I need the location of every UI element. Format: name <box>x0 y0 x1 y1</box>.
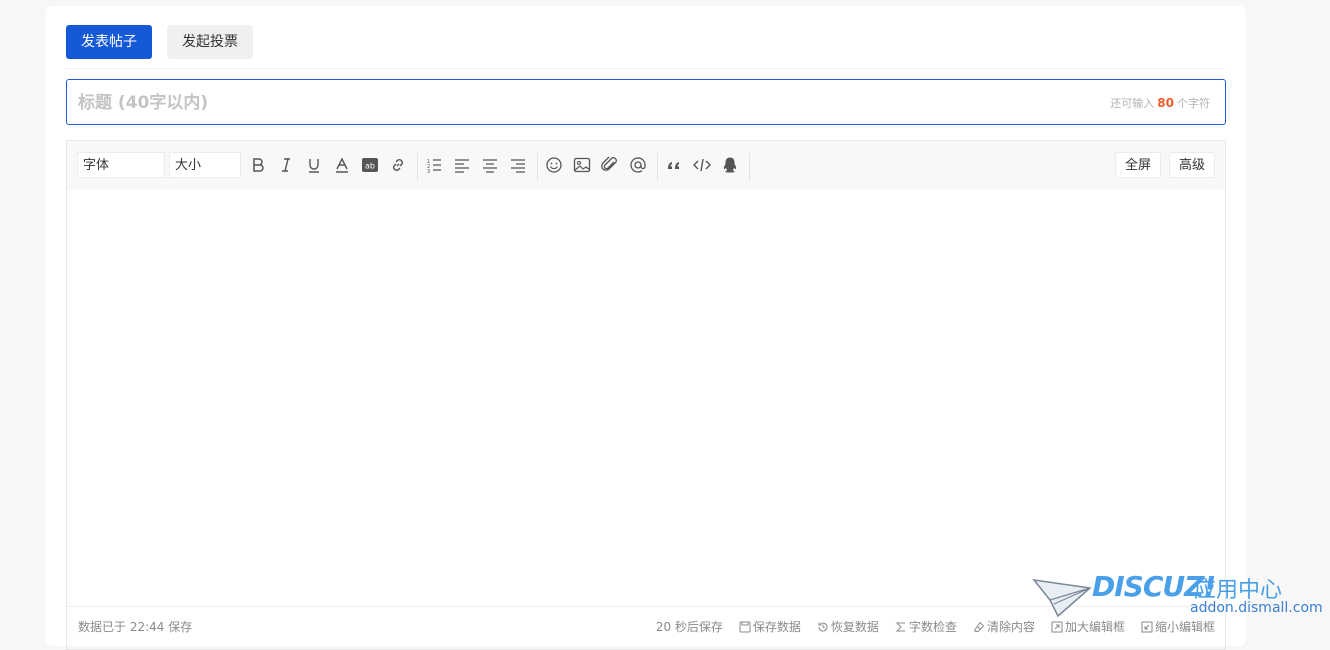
toolbar-separator <box>417 153 418 181</box>
svg-text:ab: ab <box>365 162 375 171</box>
word-check-label: 字数检查 <box>908 620 957 634</box>
align-left-icon[interactable] <box>452 155 472 175</box>
save-icon <box>739 621 751 632</box>
editor-content-area[interactable] <box>67 190 1225 606</box>
svg-text:3: 3 <box>427 169 430 174</box>
font-family-select[interactable]: 字体 <box>77 152 165 178</box>
tab-new-thread[interactable]: 发表帖子 <box>66 25 152 59</box>
qq-icon[interactable] <box>720 155 740 175</box>
clear-content-button[interactable]: 清除内容 <box>973 618 1035 635</box>
mention-icon[interactable] <box>628 155 648 175</box>
tab-new-poll[interactable]: 发起投票 <box>167 25 253 59</box>
counter-suffix: 个字符 <box>1177 97 1210 110</box>
autosave-status: 数据已于 22:44 保存 <box>78 620 193 634</box>
link-icon[interactable] <box>388 155 408 175</box>
save-data-label: 保存数据 <box>752 620 801 634</box>
eraser-icon <box>973 621 985 632</box>
background-color-icon[interactable]: ab <box>360 155 380 175</box>
toolbar-separator <box>537 153 538 181</box>
editor-toolbar: 字体 大小 ab 123 全屏 高级 <box>67 141 1225 191</box>
post-panel: 发表帖子 发起投票 还可输入80个字符 字体 大小 <box>46 6 1246 650</box>
clear-content-label: 清除内容 <box>986 620 1035 634</box>
code-icon[interactable] <box>692 155 712 175</box>
sigma-icon <box>895 622 905 631</box>
counter-prefix: 还可输入 <box>1110 97 1155 110</box>
restore-icon <box>818 622 828 632</box>
advanced-button[interactable]: 高级 <box>1169 152 1215 178</box>
save-data-button[interactable]: 保存数据 <box>739 618 801 635</box>
title-char-counter: 还可输入 80 个字符 <box>1110 95 1210 111</box>
bold-icon[interactable] <box>248 155 268 175</box>
paper-plane-icon <box>1032 578 1092 618</box>
post-type-tabs: 发表帖子 发起投票 <box>66 25 253 59</box>
word-check-button[interactable]: 字数检查 <box>895 618 957 635</box>
italic-icon[interactable] <box>276 155 296 175</box>
font-color-icon[interactable] <box>332 155 352 175</box>
fullscreen-button[interactable]: 全屏 <box>1115 152 1161 178</box>
underline-icon[interactable] <box>304 155 324 175</box>
emoji-icon[interactable] <box>544 155 564 175</box>
align-center-icon[interactable] <box>480 155 500 175</box>
ordered-list-icon[interactable]: 123 <box>424 155 444 175</box>
image-icon[interactable] <box>572 155 592 175</box>
title-field-wrapper: 还可输入80个字符 <box>66 79 1226 125</box>
quote-icon[interactable] <box>664 155 684 175</box>
font-size-select[interactable]: 大小 <box>169 152 241 178</box>
toolbar-separator <box>749 153 750 181</box>
autosave-countdown: 20 秒后保存 <box>655 620 723 634</box>
counter-number: 80 <box>1157 96 1174 110</box>
title-input[interactable] <box>76 88 980 118</box>
align-right-icon[interactable] <box>508 155 528 175</box>
watermark-url: addon.dismall.com <box>1190 600 1323 616</box>
restore-data-button[interactable]: 恢复数据 <box>817 618 879 635</box>
divider <box>66 68 1226 69</box>
attachment-icon[interactable] <box>600 155 620 175</box>
restore-data-label: 恢复数据 <box>830 620 879 634</box>
toolbar-separator <box>657 153 658 181</box>
watermark: DISCUZ! 应用中心 addon.dismall.com <box>1032 570 1323 630</box>
